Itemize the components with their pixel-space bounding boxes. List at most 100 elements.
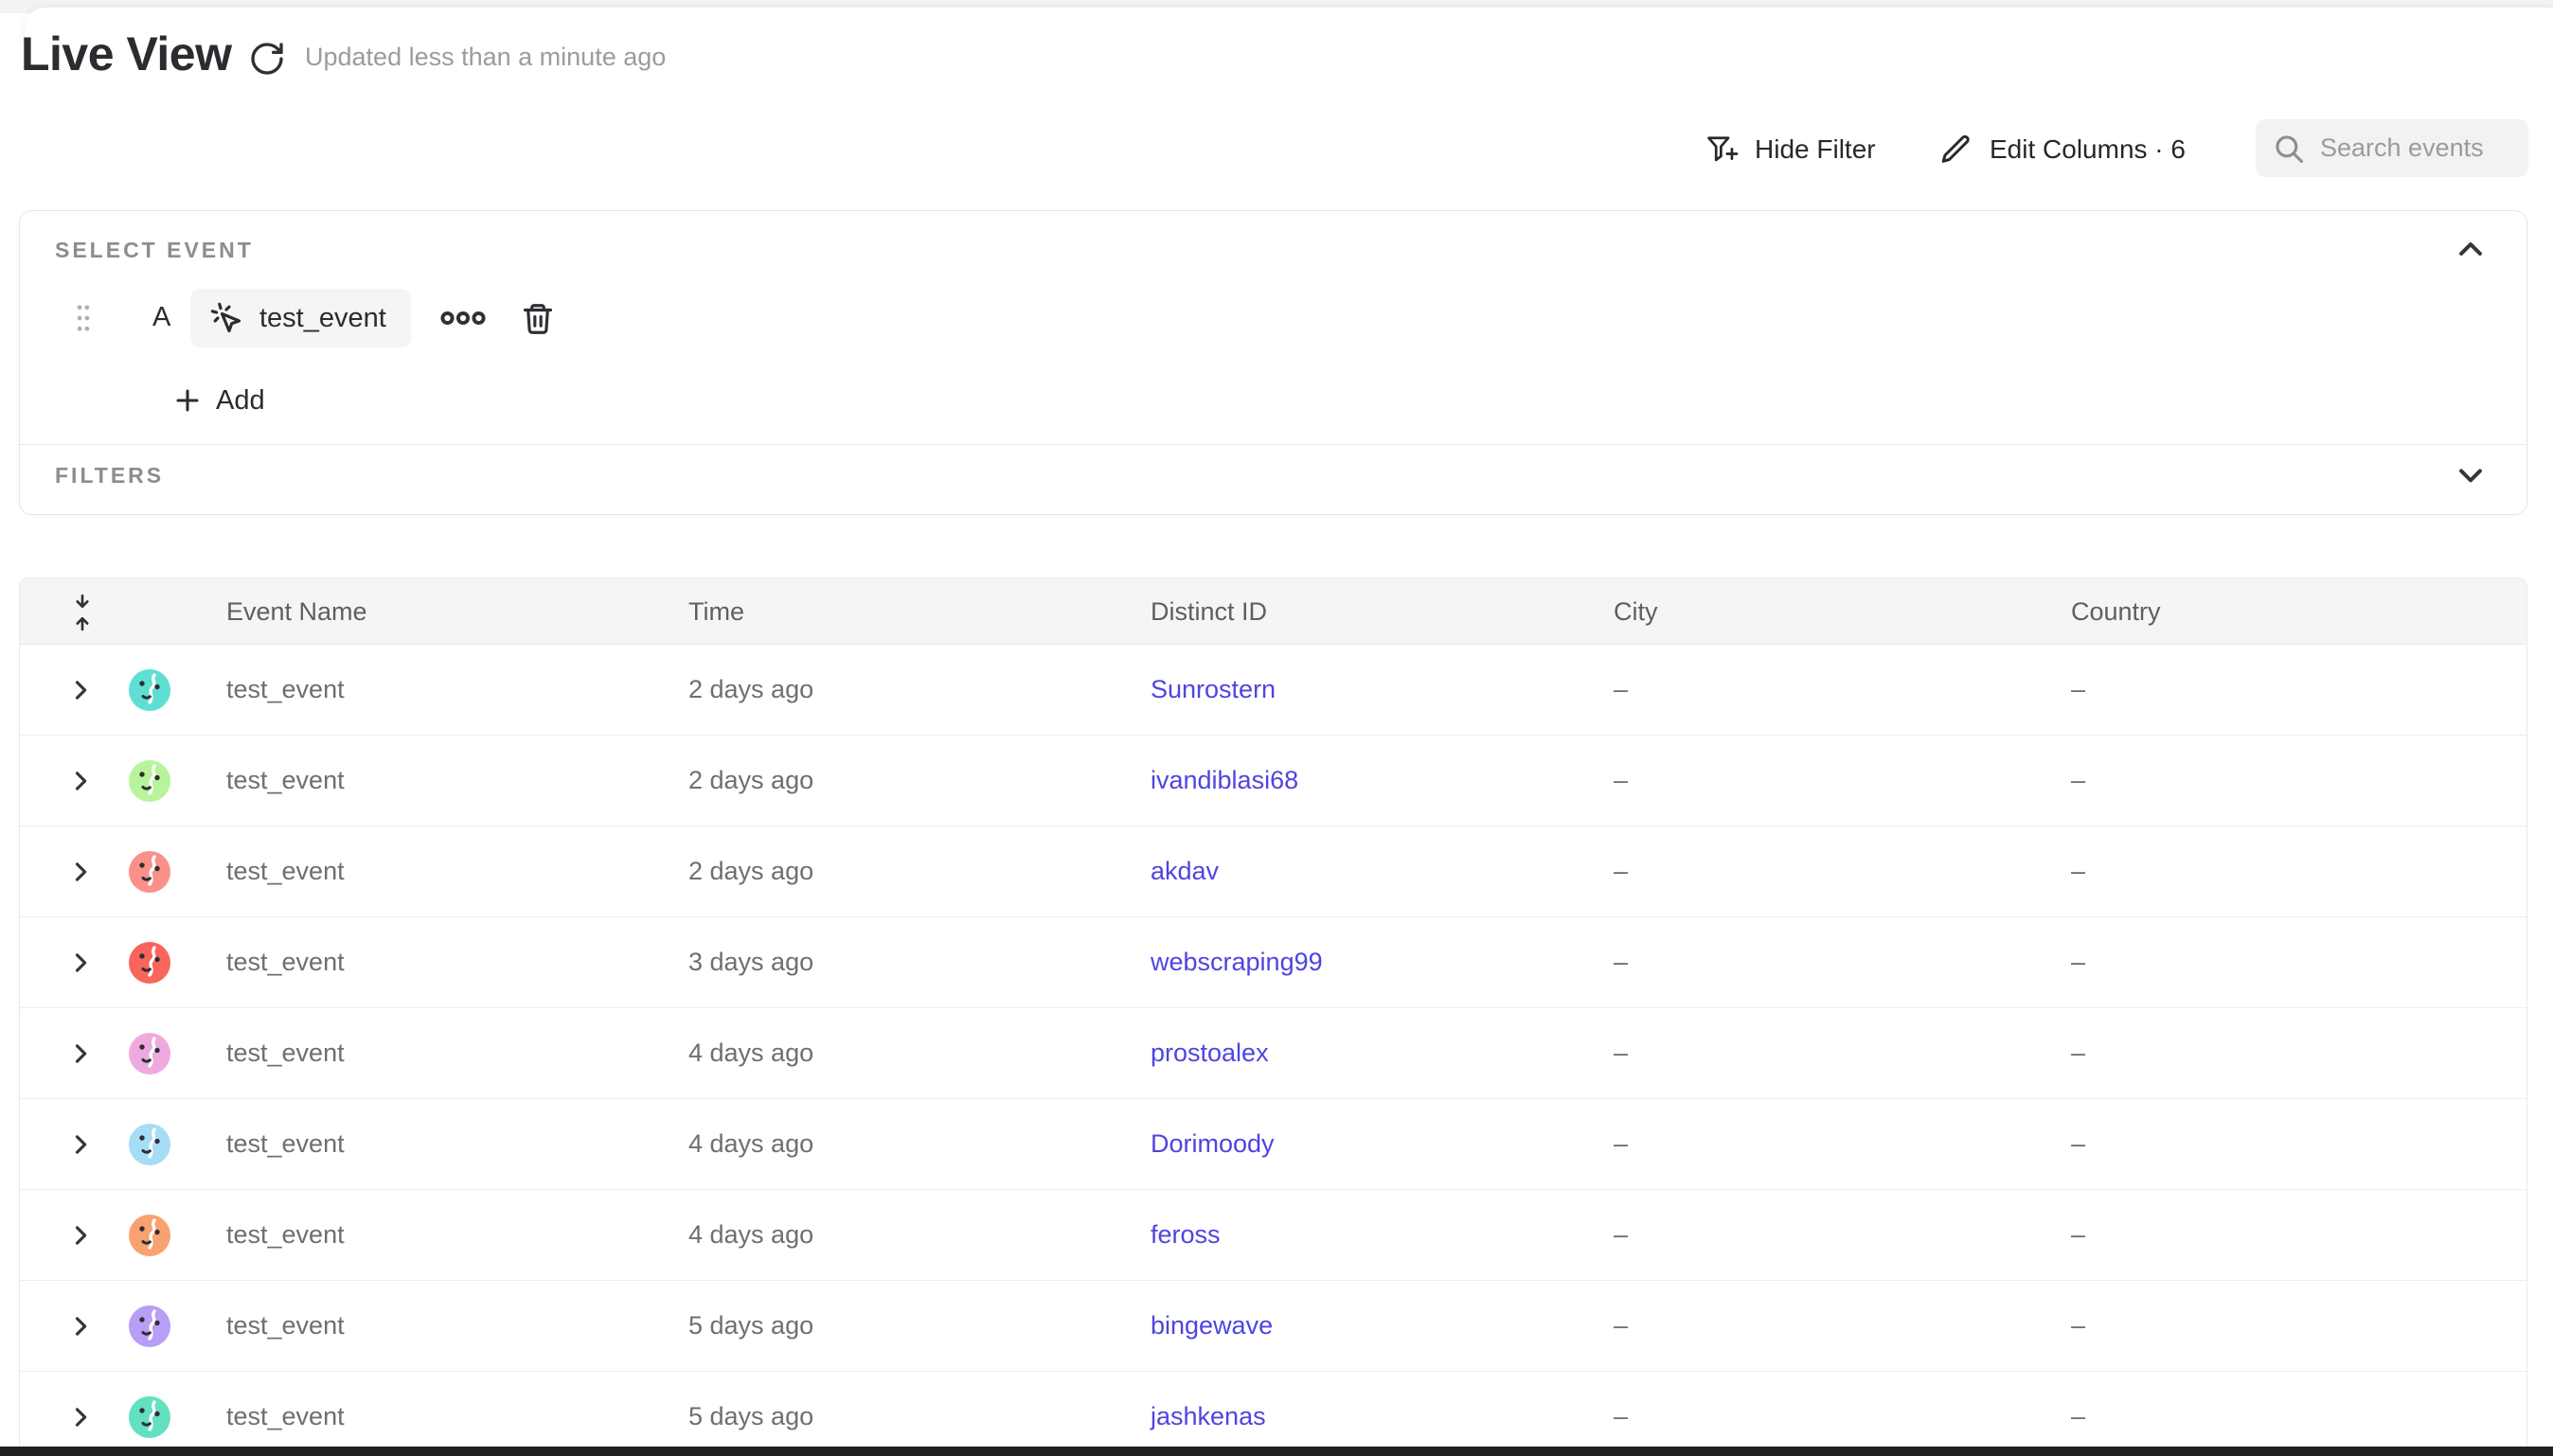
chevron-right-icon bbox=[67, 768, 94, 794]
avatar-face-icon bbox=[129, 1396, 170, 1438]
table-row: test_event 5 days ago bingewave – – bbox=[20, 1281, 2526, 1372]
pencil-icon bbox=[1939, 133, 1973, 167]
city-cell: – bbox=[1614, 1099, 1628, 1189]
filters-label: FILTERS bbox=[55, 463, 164, 488]
distinct-id-link[interactable]: Sunrostern bbox=[1151, 645, 1276, 735]
distinct-id-link[interactable]: akdav bbox=[1151, 826, 1219, 916]
add-label: Add bbox=[216, 385, 265, 417]
table-row: test_event 4 days ago feross – – bbox=[20, 1190, 2526, 1281]
refresh-button[interactable] bbox=[248, 38, 290, 80]
country-cell: – bbox=[2071, 1099, 2085, 1189]
city-cell: – bbox=[1614, 1008, 1628, 1098]
time-cell: 2 days ago bbox=[688, 736, 813, 826]
distinct-id-link[interactable]: jashkenas bbox=[1151, 1372, 1266, 1456]
collapse-all-rows-button[interactable] bbox=[69, 593, 96, 632]
query-builder-panel: SELECT EVENT A test_event bbox=[19, 210, 2527, 515]
drag-handle-icon[interactable] bbox=[75, 301, 92, 335]
country-cell: – bbox=[2071, 645, 2085, 735]
filter-plus-icon bbox=[1705, 133, 1739, 167]
country-cell: – bbox=[2071, 917, 2085, 1007]
expand-row-button[interactable] bbox=[67, 1312, 96, 1341]
country-cell: – bbox=[2071, 1372, 2085, 1456]
avatar bbox=[129, 1215, 170, 1256]
expand-row-button[interactable] bbox=[67, 949, 96, 977]
table-row: test_event 2 days ago Sunrostern – – bbox=[20, 645, 2526, 736]
country-cell: – bbox=[2071, 1190, 2085, 1280]
expand-row-button[interactable] bbox=[67, 1221, 96, 1250]
time-cell: 2 days ago bbox=[688, 826, 813, 916]
distinct-id-link[interactable]: feross bbox=[1151, 1190, 1221, 1280]
table-row: test_event 2 days ago ivandiblasi68 – – bbox=[20, 736, 2526, 826]
event-name-cell: test_event bbox=[226, 1099, 345, 1189]
event-name-cell: test_event bbox=[226, 1008, 345, 1098]
chevron-right-icon bbox=[67, 1040, 94, 1067]
country-cell: – bbox=[2071, 826, 2085, 916]
hide-filter-label: Hide Filter bbox=[1755, 134, 1876, 165]
avatar bbox=[129, 1124, 170, 1165]
distinct-id-link[interactable]: webscraping99 bbox=[1151, 917, 1323, 1007]
expand-row-button[interactable] bbox=[67, 1130, 96, 1159]
time-cell: 2 days ago bbox=[688, 645, 813, 735]
expand-row-button[interactable] bbox=[67, 1403, 96, 1431]
time-cell: 3 days ago bbox=[688, 917, 813, 1007]
table-header: Event Name Time Distinct ID City Country bbox=[20, 578, 2526, 645]
avatar bbox=[129, 1305, 170, 1347]
event-name-cell: test_event bbox=[226, 1372, 345, 1456]
event-name-cell: test_event bbox=[226, 826, 345, 916]
event-name-cell: test_event bbox=[226, 1190, 345, 1280]
country-cell: – bbox=[2071, 736, 2085, 826]
collapse-vertical-icon bbox=[69, 593, 96, 632]
avatar-face-icon bbox=[129, 1124, 170, 1165]
avatar bbox=[129, 1033, 170, 1074]
refresh-icon bbox=[248, 40, 286, 78]
distinct-id-link[interactable]: bingewave bbox=[1151, 1281, 1273, 1371]
chevron-down-icon bbox=[2455, 458, 2487, 490]
edit-columns-button[interactable]: Edit Columns · 6 bbox=[1939, 123, 2186, 176]
event-select-button[interactable]: test_event bbox=[190, 289, 411, 347]
time-cell: 4 days ago bbox=[688, 1099, 813, 1189]
distinct-id-link[interactable]: Dorimoody bbox=[1151, 1099, 1275, 1189]
chevron-right-icon bbox=[67, 1313, 94, 1340]
panel-divider bbox=[20, 444, 2526, 445]
avatar bbox=[129, 851, 170, 893]
distinct-id-link[interactable]: prostoalex bbox=[1151, 1008, 1269, 1098]
event-name-cell: test_event bbox=[226, 736, 345, 826]
search-input[interactable] bbox=[2320, 133, 2509, 163]
add-event-button[interactable]: Add bbox=[173, 376, 265, 425]
time-cell: 5 days ago bbox=[688, 1372, 813, 1456]
expand-filters-button[interactable] bbox=[2455, 455, 2492, 493]
trash-icon bbox=[520, 301, 556, 337]
col-header-time[interactable]: Time bbox=[688, 578, 744, 645]
search-events-box[interactable] bbox=[2256, 119, 2528, 177]
expand-row-button[interactable] bbox=[67, 858, 96, 886]
col-header-city[interactable]: City bbox=[1614, 578, 1658, 645]
table-row: test_event 4 days ago Dorimoody – – bbox=[20, 1099, 2526, 1190]
table-row: test_event 5 days ago jashkenas – – bbox=[20, 1372, 2526, 1456]
col-header-distinct-id[interactable]: Distinct ID bbox=[1151, 578, 1267, 645]
avatar-face-icon bbox=[129, 1033, 170, 1074]
delete-event-button[interactable] bbox=[520, 298, 562, 340]
more-dots-icon bbox=[438, 304, 488, 332]
avatar-face-icon bbox=[129, 1215, 170, 1256]
expand-row-button[interactable] bbox=[67, 1039, 96, 1068]
avatar-face-icon bbox=[129, 851, 170, 893]
collapse-select-event-button[interactable] bbox=[2455, 230, 2492, 268]
event-row: A test_event bbox=[20, 289, 2526, 347]
selected-event-label: test_event bbox=[259, 303, 386, 334]
bottom-edge-bar bbox=[0, 1447, 2553, 1456]
expand-row-button[interactable] bbox=[67, 676, 96, 704]
more-options-button[interactable] bbox=[438, 302, 491, 334]
avatar-face-icon bbox=[129, 1305, 170, 1347]
city-cell: – bbox=[1614, 1372, 1628, 1456]
city-cell: – bbox=[1614, 736, 1628, 826]
distinct-id-link[interactable]: ivandiblasi68 bbox=[1151, 736, 1298, 826]
avatar bbox=[129, 760, 170, 802]
col-header-country[interactable]: Country bbox=[2071, 578, 2161, 645]
time-cell: 5 days ago bbox=[688, 1281, 813, 1371]
hide-filter-button[interactable]: Hide Filter bbox=[1705, 123, 1876, 176]
expand-row-button[interactable] bbox=[67, 767, 96, 795]
edit-columns-label: Edit Columns · 6 bbox=[1990, 134, 2186, 165]
chevron-right-icon bbox=[67, 1131, 94, 1158]
table-body: test_event 2 days ago Sunrostern – – tes… bbox=[20, 645, 2526, 1456]
col-header-event-name[interactable]: Event Name bbox=[226, 578, 367, 645]
